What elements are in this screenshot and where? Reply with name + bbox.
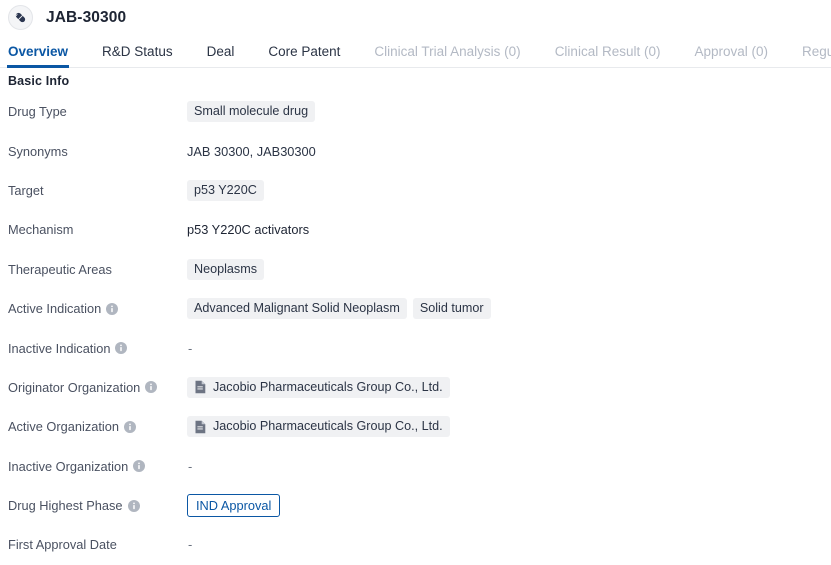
- info-row-inactive-organization: Inactive Organization -: [0, 447, 831, 486]
- info-icon[interactable]: [106, 302, 119, 315]
- label-text: Originator Organization: [8, 379, 141, 395]
- label-text: Mechanism: [8, 222, 74, 238]
- label-text: First Approval Date: [8, 537, 117, 553]
- value-mechanism: p53 Y220C activators: [187, 222, 310, 238]
- document-icon: [194, 420, 207, 434]
- section-title-basic-info: Basic Info: [8, 74, 70, 88]
- row-value: -: [187, 459, 831, 474]
- row-label: Drug Type: [8, 104, 187, 119]
- info-row-first-approval-date: First Approval Date -: [0, 525, 831, 564]
- label-text: Drug Highest Phase: [8, 498, 123, 514]
- info-row-active-indication: Active Indication Advanced Malignant Sol…: [0, 289, 831, 328]
- tab-regulatory-review: Regulatory Review (0): [802, 44, 831, 59]
- info-row-drug-highest-phase: Drug Highest Phase IND Approval: [0, 486, 831, 525]
- info-row-inactive-indication: Inactive Indication -: [0, 328, 831, 367]
- label-text: Active Indication: [8, 301, 102, 317]
- row-value: Neoplasms: [187, 258, 831, 280]
- row-label: Originator Organization: [8, 380, 187, 395]
- row-value: p53 Y220C activators: [187, 222, 831, 237]
- row-value: Small molecule drug: [187, 101, 831, 123]
- chip-indication[interactable]: Advanced Malignant Solid Neoplasm: [187, 298, 407, 320]
- chip-target[interactable]: p53 Y220C: [187, 179, 264, 201]
- info-row-synonyms: Synonyms JAB 30300, JAB30300: [0, 131, 831, 170]
- row-label: Drug Highest Phase: [8, 498, 187, 513]
- info-row-mechanism: Mechanism p53 Y220C activators: [0, 210, 831, 249]
- page-title: JAB-30300: [46, 8, 127, 26]
- info-row-therapeutic-areas: Therapeutic Areas Neoplasms: [0, 250, 831, 289]
- tab-overview[interactable]: Overview: [6, 44, 70, 68]
- row-value: IND Approval: [187, 494, 831, 518]
- info-row-originator-organization: Originator Organization Jacobio Pharmace…: [0, 368, 831, 407]
- tab-rd-status[interactable]: R&D Status: [102, 44, 173, 67]
- tab-deal[interactable]: Deal: [207, 44, 235, 67]
- label-text: Therapeutic Areas: [8, 261, 112, 277]
- chip-label: Jacobio Pharmaceuticals Group Co., Ltd.: [213, 379, 443, 394]
- status-badge-highest-phase[interactable]: IND Approval: [187, 494, 281, 518]
- info-icon[interactable]: [145, 381, 158, 394]
- label-text: Drug Type: [8, 104, 67, 120]
- row-value: Jacobio Pharmaceuticals Group Co., Ltd.: [187, 376, 831, 398]
- label-text: Target: [8, 182, 44, 198]
- row-value: -: [187, 341, 831, 356]
- row-label: Active Indication: [8, 301, 187, 316]
- value-empty: -: [188, 458, 193, 474]
- label-text: Inactive Organization: [8, 458, 129, 474]
- info-icon[interactable]: [133, 460, 146, 473]
- label-text: Active Organization: [8, 419, 119, 435]
- row-value: JAB 30300, JAB30300: [187, 144, 831, 159]
- value-synonyms: JAB 30300, JAB30300: [187, 143, 316, 159]
- value-empty: -: [188, 340, 193, 356]
- chip-label: Jacobio Pharmaceuticals Group Co., Ltd.: [213, 419, 443, 434]
- tab-bar: Overview R&D Status Deal Core Patent Cli…: [0, 35, 831, 68]
- row-value: -: [187, 537, 831, 552]
- pill-capsule-icon: [8, 5, 33, 30]
- info-row-active-organization: Active Organization Jacobio Pharmaceutic…: [0, 407, 831, 446]
- tab-approval: Approval (0): [694, 44, 769, 59]
- row-label: Inactive Indication: [8, 341, 187, 356]
- label-text: Synonyms: [8, 143, 68, 159]
- chip-indication[interactable]: Solid tumor: [412, 298, 491, 320]
- row-label: First Approval Date: [8, 537, 187, 552]
- tab-core-patent[interactable]: Core Patent: [268, 44, 340, 67]
- info-icon[interactable]: [123, 420, 136, 433]
- chip-therapeutic-area[interactable]: Neoplasms: [187, 258, 264, 280]
- info-row-drug-type: Drug Type Small molecule drug: [0, 92, 831, 131]
- value-empty: -: [188, 537, 193, 553]
- chip-organization[interactable]: Jacobio Pharmaceuticals Group Co., Ltd.: [187, 416, 450, 438]
- label-text: Inactive Indication: [8, 340, 111, 356]
- chip-drug-type[interactable]: Small molecule drug: [187, 101, 316, 123]
- row-value: Advanced Malignant Solid Neoplasm Solid …: [187, 298, 831, 320]
- row-label: Inactive Organization: [8, 459, 187, 474]
- info-icon[interactable]: [127, 499, 140, 512]
- row-label: Therapeutic Areas: [8, 262, 187, 277]
- tab-clinical-result: Clinical Result (0): [554, 44, 661, 59]
- info-icon[interactable]: [115, 342, 128, 355]
- row-value: p53 Y220C: [187, 179, 831, 201]
- tab-clinical-trial-analysis: Clinical Trial Analysis (0): [374, 44, 521, 59]
- row-label: Target: [8, 183, 187, 198]
- row-label: Mechanism: [8, 222, 187, 237]
- page-header: JAB-30300: [0, 0, 831, 35]
- row-label: Active Organization: [8, 419, 187, 434]
- row-value: Jacobio Pharmaceuticals Group Co., Ltd.: [187, 416, 831, 438]
- overview-panel: Basic Info Drug Type Small molecule drug…: [0, 68, 831, 565]
- row-label: Synonyms: [8, 144, 187, 159]
- info-row-target: Target p53 Y220C: [0, 171, 831, 210]
- document-icon: [194, 380, 207, 394]
- chip-organization[interactable]: Jacobio Pharmaceuticals Group Co., Ltd.: [187, 376, 450, 398]
